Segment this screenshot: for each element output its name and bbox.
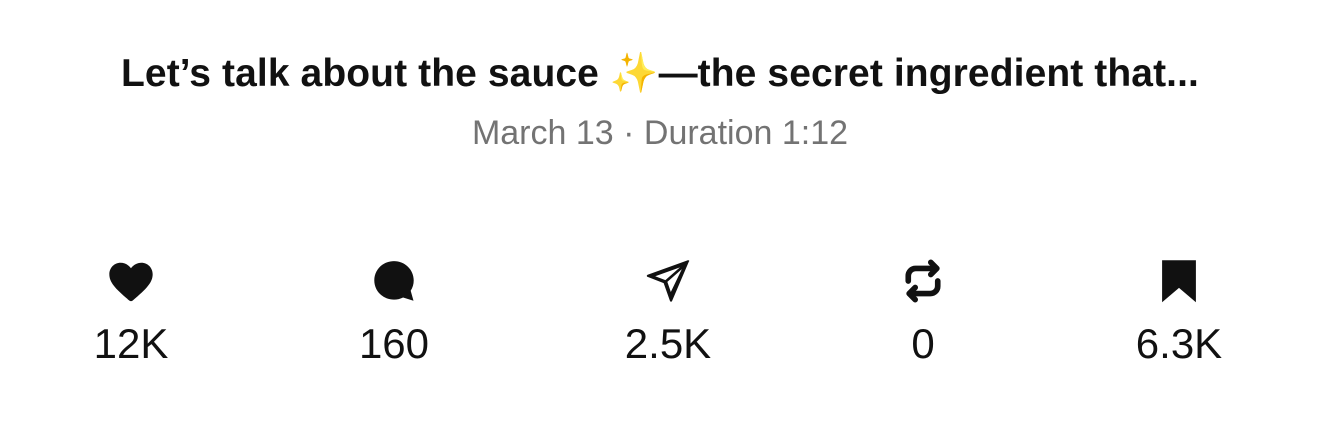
repost-icon (897, 255, 949, 307)
heart-icon (105, 255, 157, 307)
reposts-count: 0 (911, 320, 935, 367)
reposts-stat[interactable]: 0 (823, 255, 1023, 365)
post-title: Let’s talk about the sauce ✨—the secret … (0, 50, 1320, 96)
post-insights-panel: Let’s talk about the sauce ✨—the secret … (0, 0, 1320, 433)
saves-stat[interactable]: 6.3K (1079, 255, 1279, 365)
likes-count: 12K (93, 320, 169, 367)
likes-stat[interactable]: 12K (31, 255, 231, 365)
shares-count: 2.5K (624, 320, 712, 367)
comment-bubble-icon (368, 255, 420, 307)
sparkles-emoji: ✨ (609, 52, 659, 95)
saves-count: 6.3K (1135, 320, 1223, 367)
bookmark-icon (1153, 255, 1205, 307)
stats-row: 12K 160 2.5K 0 6.3K (0, 255, 1320, 375)
post-meta: March 13 · Duration 1:12 (471, 114, 849, 152)
comments-count: 160 (358, 320, 430, 367)
send-icon (642, 255, 694, 307)
post-title-start: Let’s talk about the sauce (121, 52, 610, 95)
comments-stat[interactable]: 160 (294, 255, 494, 365)
shares-stat[interactable]: 2.5K (568, 255, 768, 365)
post-title-end: —the secret ingredient that... (658, 52, 1199, 95)
